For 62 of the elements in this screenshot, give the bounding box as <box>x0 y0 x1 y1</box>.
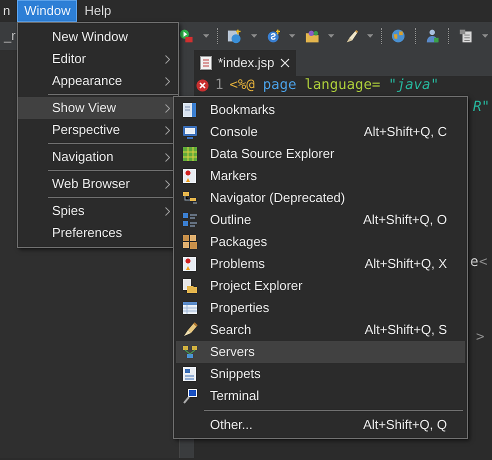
menu-item[interactable]: Packages <box>176 231 465 253</box>
person-icon[interactable] <box>424 28 440 44</box>
menu-bar-item[interactable]: n <box>0 0 18 22</box>
caret-icon[interactable] <box>289 34 296 38</box>
caret-icon[interactable] <box>202 34 210 38</box>
code-token: < <box>479 254 488 270</box>
network-icon <box>182 344 198 360</box>
menu-item[interactable]: Project Explorer <box>176 275 465 297</box>
menu-item[interactable]: Bookmarks <box>176 99 465 121</box>
coin-icon[interactable] <box>266 28 280 44</box>
outline-list-icon <box>182 212 198 228</box>
menu-item[interactable]: Outline Alt+Shift+Q, O <box>176 209 465 231</box>
line-number: 1 <box>215 77 224 93</box>
caret-icon[interactable] <box>482 34 488 38</box>
toolbar-label: _r <box>4 27 16 46</box>
code-token: "java" <box>388 77 439 93</box>
menu-item[interactable]: Data Source Explorer <box>176 143 465 165</box>
caret-icon[interactable] <box>328 34 335 38</box>
window-globe-icon[interactable] <box>227 28 242 44</box>
code-token: <%@ <box>229 77 255 93</box>
caret-icon[interactable] <box>250 34 257 38</box>
menu-item[interactable]: Appearance <box>18 70 178 92</box>
menu-item[interactable]: Other... Alt+Shift+Q, Q <box>176 414 465 436</box>
terminal-icon <box>182 388 198 404</box>
folder-icon[interactable] <box>304 28 320 44</box>
document-icon[interactable] <box>458 28 473 44</box>
problems-board-icon <box>182 256 198 272</box>
menu-item[interactable]: New Window <box>18 26 178 48</box>
menu-bar-item[interactable]: Help <box>77 0 118 22</box>
menu-item[interactable]: Servers <box>176 341 465 363</box>
menu-item[interactable]: Editor <box>18 48 178 70</box>
error-icon <box>196 78 209 92</box>
packages-icon <box>182 234 198 250</box>
menu-item[interactable]: Markers <box>176 165 465 187</box>
snippet-icon <box>182 366 198 382</box>
monitor-icon <box>182 124 198 140</box>
marker-board-icon <box>182 168 198 184</box>
menu-item[interactable]: Snippets <box>176 363 465 385</box>
caret-icon[interactable] <box>367 34 374 38</box>
file-icon <box>200 56 212 70</box>
menu-item[interactable]: Properties <box>176 297 465 319</box>
bookmark-icon <box>182 102 198 118</box>
globe-icon[interactable] <box>391 28 406 44</box>
table-icon <box>182 300 198 316</box>
close-icon[interactable] <box>280 58 290 68</box>
tab-title: *index.jsp <box>218 54 274 72</box>
database-grid-icon <box>182 146 198 162</box>
menu-bar-item[interactable]: Window <box>17 0 78 22</box>
menu-item[interactable]: Console Alt+Shift+Q, C <box>176 121 465 143</box>
folder-tree-icon <box>182 190 198 206</box>
code-token: > <box>476 329 484 345</box>
code-token: language= <box>304 77 380 93</box>
document-folder-icon <box>182 278 198 294</box>
code-token: R" <box>473 99 490 115</box>
editor-tab[interactable]: *index.jsp <box>194 50 296 76</box>
menu-item[interactable]: Terminal <box>176 385 465 407</box>
menu-item[interactable]: Navigator (Deprecated) <box>176 187 465 209</box>
code-token: e <box>470 254 478 270</box>
menu-item[interactable]: Search Alt+Shift+Q, S <box>176 319 465 341</box>
code-token: page <box>262 77 296 93</box>
menu-item[interactable]: Problems Alt+Shift+Q, X <box>176 253 465 275</box>
play-icon[interactable] <box>179 28 194 44</box>
